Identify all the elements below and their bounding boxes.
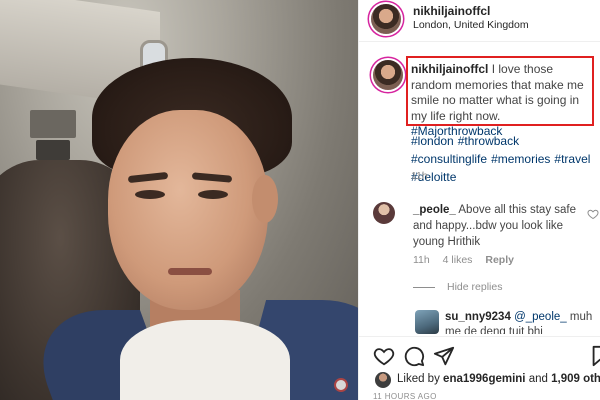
comment-like-count[interactable]: 4 likes: [443, 254, 473, 266]
photo-ear: [252, 175, 278, 223]
reply-mention[interactable]: @_peole_: [514, 311, 567, 323]
author-username[interactable]: nikhiljainoffcl: [413, 4, 490, 18]
reply-comment: su_nny9234 @_peole_ muh me de deng tujt …: [359, 306, 600, 334]
hide-replies-divider: [413, 286, 435, 288]
post-date[interactable]: 11 HOURS AGO: [373, 392, 437, 400]
hide-replies-button[interactable]: Hide replies: [413, 281, 502, 293]
reply-username[interactable]: su_nny9234: [445, 311, 511, 323]
liker-username[interactable]: ena1996gemini: [443, 373, 525, 385]
caption-highlight-box: [406, 56, 594, 126]
photo-mouth: [168, 268, 212, 275]
hashtag-list: #london #throwback#consultinglife #memorie…: [411, 132, 597, 186]
caption-avatar[interactable]: [373, 60, 403, 90]
comment-icon[interactable]: [403, 345, 425, 367]
caption-timestamp[interactable]: 11h: [411, 170, 428, 182]
likes-others-link[interactable]: 1,909 others: [551, 373, 600, 385]
post-location[interactable]: London, United Kingdom: [413, 19, 529, 31]
photo-eye-left: [135, 190, 165, 199]
comment-like-heart-icon[interactable]: [587, 208, 600, 222]
share-icon[interactable]: [433, 345, 455, 367]
hashtag-link[interactable]: #throwback: [458, 132, 519, 150]
post-photo[interactable]: [0, 0, 358, 400]
commenter-username[interactable]: _peole_: [413, 204, 456, 216]
photo-shirt: [120, 320, 290, 400]
likes-prefix: Liked by: [397, 373, 440, 385]
post-header: nikhiljainoffcl London, United Kingdom: [359, 0, 600, 42]
reply-button[interactable]: Reply: [485, 254, 514, 266]
likes-text: Liked by ena1996gemini and 1,909 others: [397, 373, 600, 385]
reply-avatar[interactable]: [415, 310, 439, 334]
reply-text: su_nny9234 @_peole_ muh me de deng tujt …: [445, 310, 600, 334]
likes-connector: and: [528, 373, 548, 385]
author-avatar[interactable]: [371, 4, 401, 34]
hashtag-link[interactable]: #london: [411, 132, 454, 150]
bookmark-icon[interactable]: [589, 345, 600, 367]
photo-eye-right: [198, 190, 228, 199]
hashtag-link[interactable]: #memories: [491, 150, 550, 168]
photo-placard-lower: [36, 140, 70, 160]
comment-text: _peole_ Above all this stay safe and hap…: [413, 202, 593, 250]
hide-replies-label: Hide replies: [447, 281, 503, 293]
photo-placard: [30, 110, 76, 138]
comment-timestamp[interactable]: 11h: [413, 254, 430, 266]
commenter-avatar[interactable]: [373, 202, 395, 224]
photo-lapel-pin: [334, 378, 348, 392]
comment-meta: 11h 4 likes Reply: [413, 254, 524, 266]
liker-avatar[interactable]: [375, 372, 391, 388]
hashtag-link[interactable]: #travel: [554, 150, 590, 168]
heart-icon[interactable]: [373, 345, 395, 367]
photo-face: [108, 110, 268, 310]
hashtag-link[interactable]: #consultinglife: [411, 150, 487, 168]
action-bar: [359, 336, 600, 372]
likes-summary: Liked by ena1996gemini and 1,909 others: [359, 370, 600, 390]
